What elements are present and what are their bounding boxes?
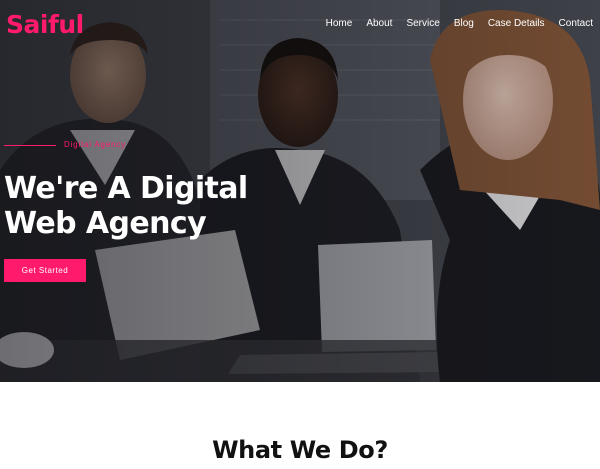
nav-item-case-details[interactable]: Case Details <box>481 18 552 29</box>
hero-headline: We're A Digital Web Agency <box>4 171 364 241</box>
main-nav: Home About Service Blog Case Details Con… <box>319 18 593 29</box>
site-logo[interactable]: Saiful <box>6 10 84 39</box>
hero-tagline: Digital Agency <box>64 140 126 149</box>
hero-section: Saiful Home About Service Blog Case Deta… <box>0 0 600 382</box>
nav-item-home[interactable]: Home <box>319 18 360 29</box>
tagline-divider <box>4 145 56 146</box>
get-started-button[interactable]: Get Started <box>4 259 86 282</box>
what-we-do-heading: What We Do? <box>212 436 388 464</box>
nav-item-contact[interactable]: Contact <box>552 18 593 29</box>
nav-item-blog[interactable]: Blog <box>447 18 481 29</box>
hero-headline-line-1: We're A Digital <box>4 171 248 206</box>
hero-headline-line-2: Web Agency <box>4 206 207 241</box>
nav-item-service[interactable]: Service <box>399 18 446 29</box>
nav-item-about[interactable]: About <box>359 18 399 29</box>
